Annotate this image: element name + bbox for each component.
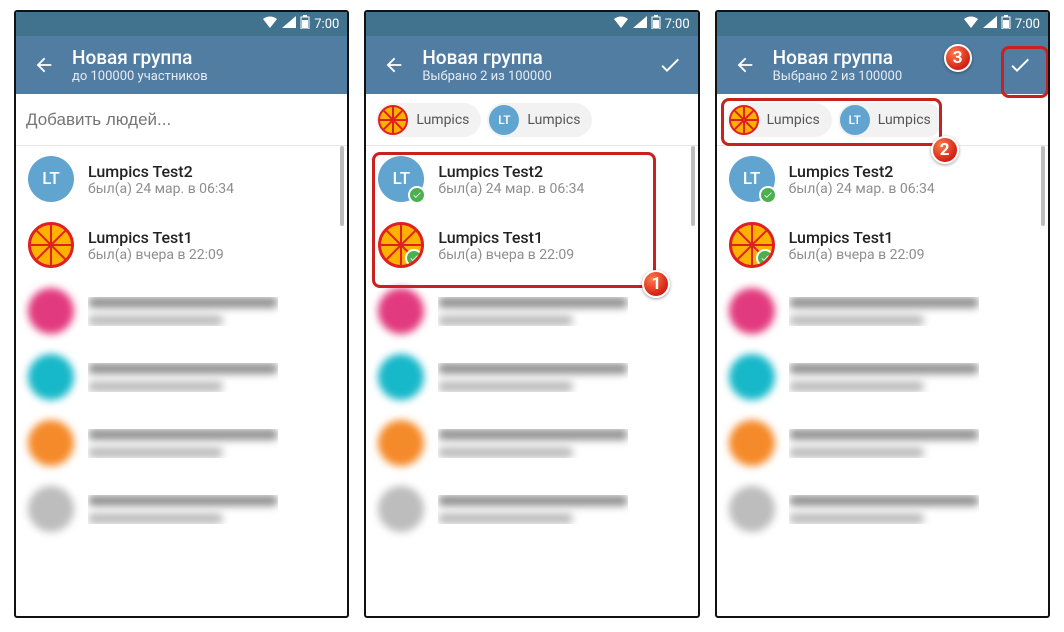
contact-row-blurred bbox=[16, 410, 347, 476]
contact-status: был(а) вчера в 22:09 bbox=[789, 247, 925, 263]
app-header: Новая группа Выбрано 2 из 100000 bbox=[366, 36, 697, 94]
header-subtitle: Выбрано 2 из 100000 bbox=[422, 69, 647, 84]
header-title: Новая группа bbox=[422, 46, 647, 69]
confirm-button[interactable] bbox=[998, 43, 1042, 87]
contact-row[interactable]: LT Lumpics Test2 был(а) 24 мар. в 06:34 bbox=[16, 146, 347, 212]
battery-icon bbox=[651, 15, 661, 33]
contact-name: Lumpics Test2 bbox=[88, 162, 234, 181]
selected-check-icon bbox=[756, 249, 774, 267]
chip-avatar bbox=[729, 105, 759, 135]
chip-avatar: LT bbox=[840, 105, 870, 135]
contact-row-blurred bbox=[717, 476, 1048, 542]
avatar: LT bbox=[28, 156, 74, 202]
contact-name: Lumpics Test1 bbox=[438, 228, 574, 247]
selected-check-icon bbox=[759, 186, 777, 204]
contact-row-blurred bbox=[717, 410, 1048, 476]
contact-row[interactable]: LT Lumpics Test2 был(а) 24 мар. в 06:34 bbox=[366, 146, 697, 212]
avatar: LT bbox=[729, 156, 775, 202]
contact-row-blurred bbox=[717, 278, 1048, 344]
scroll-indicator bbox=[340, 146, 344, 226]
signal-icon bbox=[983, 16, 997, 32]
contact-row[interactable]: Lumpics Test1 был(а) вчера в 22:09 bbox=[16, 212, 347, 278]
contact-row[interactable]: Lumpics Test1 был(а) вчера в 22:09 bbox=[717, 212, 1048, 278]
contact-row-blurred bbox=[16, 344, 347, 410]
avatar: LT bbox=[378, 156, 424, 202]
contact-name: Lumpics Test2 bbox=[789, 162, 935, 181]
selected-chip[interactable]: Lumpics bbox=[727, 103, 832, 137]
chip-label: Lumpics bbox=[527, 112, 580, 128]
status-time: 7:00 bbox=[314, 17, 339, 32]
status-bar: 7:00 bbox=[717, 12, 1048, 36]
header-title: Новая группа bbox=[773, 46, 998, 69]
contact-name: Lumpics Test2 bbox=[438, 162, 584, 181]
scroll-indicator bbox=[691, 146, 695, 226]
contact-list[interactable]: LT Lumpics Test2 был(а) 24 мар. в 06:34 … bbox=[717, 146, 1048, 616]
selected-chip[interactable]: Lumpics bbox=[376, 103, 481, 137]
chip-label: Lumpics bbox=[767, 112, 820, 128]
wifi-icon bbox=[613, 16, 629, 32]
contact-row-blurred bbox=[717, 344, 1048, 410]
app-header: Новая группа до 100000 участников bbox=[16, 36, 347, 94]
selected-chip[interactable]: LT Lumpics bbox=[838, 103, 943, 137]
contact-row-blurred bbox=[16, 476, 347, 542]
signal-icon bbox=[633, 16, 647, 32]
status-bar: 7:00 bbox=[16, 12, 347, 36]
selected-check-icon bbox=[408, 186, 426, 204]
status-bar: 7:00 bbox=[366, 12, 697, 36]
avatar-initials: LT bbox=[498, 113, 510, 127]
chip-label: Lumpics bbox=[416, 112, 469, 128]
contact-status: был(а) 24 мар. в 06:34 bbox=[789, 181, 935, 197]
header-subtitle: до 100000 участников bbox=[72, 69, 341, 84]
contact-status: был(а) вчера в 22:09 bbox=[88, 247, 224, 263]
contact-status: был(а) 24 мар. в 06:34 bbox=[88, 181, 234, 197]
contact-status: был(а) вчера в 22:09 bbox=[438, 247, 574, 263]
contact-name: Lumpics Test1 bbox=[88, 228, 224, 247]
phone-screen-3: 7:00 Новая группа Выбрано 2 из 100000 Lu… bbox=[715, 10, 1050, 618]
wifi-icon bbox=[963, 16, 979, 32]
scroll-indicator bbox=[1041, 146, 1045, 226]
contact-list[interactable]: LT Lumpics Test2 был(а) 24 мар. в 06:34 … bbox=[16, 146, 347, 588]
contact-list[interactable]: LT Lumpics Test2 был(а) 24 мар. в 06:34 … bbox=[366, 146, 697, 616]
phone-screen-2: 7:00 Новая группа Выбрано 2 из 100000 Lu… bbox=[364, 10, 699, 618]
battery-icon bbox=[1001, 15, 1011, 33]
app-header: Новая группа Выбрано 2 из 100000 bbox=[717, 36, 1048, 94]
add-people-input[interactable] bbox=[26, 110, 337, 130]
contact-row-blurred bbox=[366, 278, 697, 344]
chip-avatar: LT bbox=[489, 105, 519, 135]
chip-avatar bbox=[378, 105, 408, 135]
avatar-initials: LT bbox=[393, 169, 410, 189]
battery-icon bbox=[300, 15, 310, 33]
selected-chips-row[interactable]: Lumpics LT Lumpics bbox=[366, 94, 697, 146]
header-title: Новая группа bbox=[72, 46, 341, 69]
chip-label: Lumpics bbox=[878, 112, 931, 128]
signal-icon bbox=[282, 16, 296, 32]
contact-status: был(а) 24 мар. в 06:34 bbox=[438, 181, 584, 197]
contact-row-blurred bbox=[366, 410, 697, 476]
phone-screen-1: 7:00 Новая группа до 100000 участников L… bbox=[14, 10, 349, 618]
avatar bbox=[28, 222, 74, 268]
selected-chip[interactable]: LT Lumpics bbox=[487, 103, 592, 137]
avatar-initials: LT bbox=[743, 169, 760, 189]
contact-name: Lumpics Test1 bbox=[789, 228, 925, 247]
wifi-icon bbox=[262, 16, 278, 32]
contact-row-blurred bbox=[16, 278, 347, 344]
status-time: 7:00 bbox=[1015, 17, 1040, 32]
contact-row[interactable]: Lumpics Test1 был(а) вчера в 22:09 bbox=[366, 212, 697, 278]
search-row[interactable] bbox=[16, 94, 347, 146]
contact-row[interactable]: LT Lumpics Test2 был(а) 24 мар. в 06:34 bbox=[717, 146, 1048, 212]
contact-row-blurred bbox=[366, 476, 697, 542]
status-time: 7:00 bbox=[665, 17, 690, 32]
header-subtitle: Выбрано 2 из 100000 bbox=[773, 69, 998, 84]
avatar bbox=[729, 222, 775, 268]
confirm-button[interactable] bbox=[648, 43, 692, 87]
back-button[interactable] bbox=[723, 43, 767, 87]
avatar-initials: LT bbox=[849, 113, 861, 127]
back-button[interactable] bbox=[372, 43, 416, 87]
selected-chips-row[interactable]: Lumpics LT Lumpics bbox=[717, 94, 1048, 146]
back-button[interactable] bbox=[22, 43, 66, 87]
contact-row-blurred bbox=[366, 344, 697, 410]
avatar bbox=[378, 222, 424, 268]
avatar-initials: LT bbox=[42, 169, 59, 189]
